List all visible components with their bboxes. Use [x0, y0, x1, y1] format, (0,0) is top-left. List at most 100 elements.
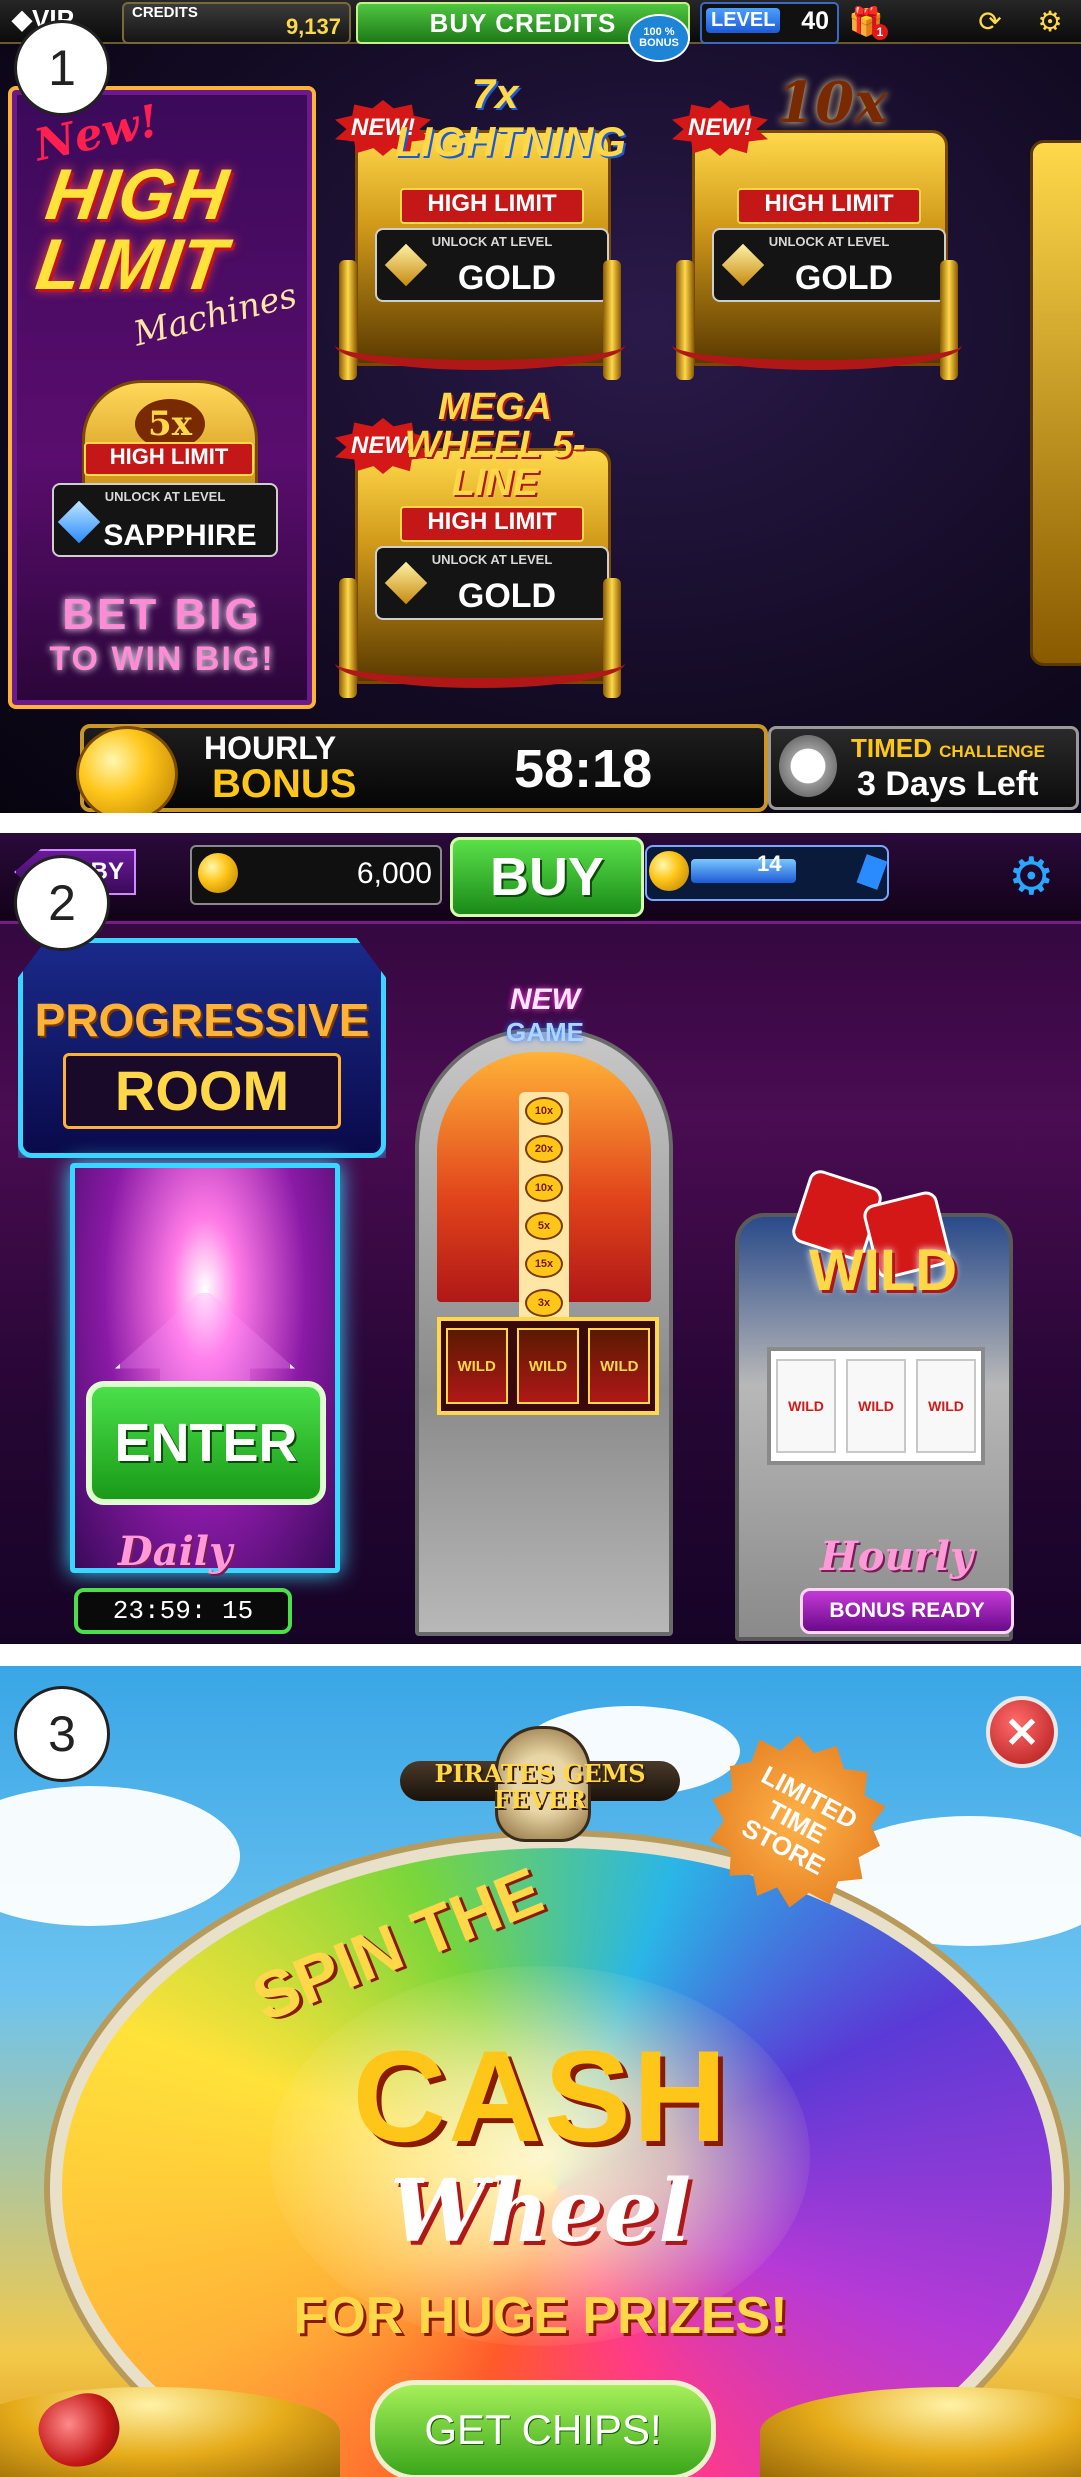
slot-machine-10x[interactable]: NEW! 10x HIGH LIMIT UNLOCK AT LEVEL GOLD — [672, 70, 962, 380]
bonus-ready-button[interactable]: BONUS READY — [800, 1588, 1014, 1634]
panel-number-badge: 2 — [14, 855, 110, 951]
unlock-level: GOLD — [457, 577, 557, 615]
enter-button[interactable]: ENTER — [86, 1381, 326, 1505]
bet-big-text: BET BIG — [62, 590, 262, 639]
high-limit-promo-banner[interactable]: New! HIGH LIMIT Machines 5x HIGH LIMIT U… — [8, 86, 316, 709]
pirates-logo-text: PIRATES GEMS FEVER — [434, 1759, 646, 1814]
timed-challenge-button[interactable]: TIMED CHALLENGE 3 Days Left — [768, 726, 1079, 810]
slot-topper: 10x 20x 10x 5x 15x 3x — [437, 1052, 651, 1322]
multiplier-chip: 10x — [525, 1097, 563, 1126]
bonus-seal: 100 % BONUS — [628, 14, 690, 62]
xp-level: 14 — [757, 851, 782, 876]
buy-button[interactable]: BUY — [450, 837, 644, 917]
machine-logo: MEGA WHEEL 5-LINE — [404, 386, 586, 504]
close-icon[interactable]: ✕ — [986, 1696, 1058, 1768]
reel-symbol: WILD — [445, 1328, 508, 1404]
timed-label: TIMED — [851, 733, 932, 763]
cloud — [0, 1786, 240, 1926]
hourly-bonus-button[interactable]: HOURLY BONUS 58:18 — [76, 724, 768, 813]
multiplier-chip: 5x — [525, 1212, 563, 1241]
days-left: 3 Days Left — [857, 765, 1039, 803]
multiplier-chip: 10x — [525, 1173, 563, 1202]
multiplier-chip: 20x — [525, 1135, 563, 1164]
multiplier-chip: 3x — [525, 1288, 563, 1317]
gear-icon[interactable]: ⚙ — [1008, 847, 1055, 907]
level-display: LEVEL 40 — [700, 2, 839, 44]
unlock-label: UNLOCK AT LEVEL — [431, 552, 553, 567]
reel-symbol: WILD — [916, 1359, 976, 1453]
reel-window: WILD WILD WILD — [767, 1347, 985, 1465]
wild-logo: WILD — [809, 1238, 958, 1303]
panel-high-limit-lobby: 1 ◆VIP CREDITS 9,137 BUY CREDITS 100 % B… — [0, 0, 1081, 813]
unlock-label: UNLOCK AT LEVEL — [431, 234, 553, 249]
new-label: NEW — [510, 983, 580, 1016]
unlock-box: UNLOCK AT LEVEL SAPPHIRE — [52, 483, 278, 557]
limited-time-text: LIMITED TIME STORE — [736, 1759, 863, 1881]
level-coin-icon — [649, 851, 689, 891]
slot-machine-mega-wheel[interactable]: NEW! MEGA WHEEL 5-LINE HIGH LIMIT UNLOCK… — [335, 388, 625, 698]
velvet-rope — [672, 320, 962, 370]
high-limit-tag: HIGH LIMIT — [400, 188, 584, 224]
reel-symbol: WILD — [846, 1359, 906, 1453]
gift-icon[interactable]: 🎁 1 — [846, 2, 888, 40]
velvet-rope — [335, 638, 625, 688]
progressive-label: PROGRESSIVE — [34, 994, 370, 1046]
coin-balance: 6,000 — [190, 845, 442, 905]
coin-balance-value: 6,000 — [356, 857, 432, 890]
bonus-label: BONUS — [212, 762, 357, 806]
panel-cash-wheel-offer: 3 ✕ PIRATES GEMS FEVER LIMITED TIME STOR… — [0, 1666, 1081, 2477]
stopwatch-icon — [779, 735, 837, 797]
get-chips-button[interactable]: GET CHIPS! — [370, 2380, 716, 2477]
wheel-title: Wheel — [389, 2161, 692, 2262]
slot-machine-7x-lightning[interactable]: NEW! 7x LIGHTNING HIGH LIMIT UNLOCK AT L… — [335, 70, 626, 380]
daily-label: Daily — [118, 1528, 233, 1575]
daily-bonus-timer[interactable]: 23:59: 15 — [74, 1588, 292, 1634]
unlock-label: UNLOCK AT LEVEL — [768, 234, 890, 249]
reel-window: WILD WILD WILD — [437, 1317, 659, 1415]
game-label: GAME — [506, 1017, 584, 1047]
room-label: ROOM — [63, 1053, 341, 1129]
coin-icon — [198, 853, 238, 893]
credits-value: 9,137 — [285, 14, 341, 39]
level-label: LEVEL — [706, 8, 781, 33]
machine-logo: 10x — [776, 70, 888, 136]
unlock-box: UNLOCK AT LEVEL GOLD — [712, 228, 946, 302]
win-big-text: TO WIN BIG! — [49, 640, 275, 678]
timed-challenge-label: TIMED CHALLENGE — [851, 733, 1045, 764]
hourly-timer: 58:18 — [514, 739, 653, 799]
coin-exchange-icon[interactable]: ⟳ — [970, 2, 1010, 40]
unlock-level: SAPPHIRE — [103, 519, 257, 552]
unlock-level: GOLD — [794, 259, 894, 297]
gear-icon[interactable]: ⚙ — [1030, 2, 1070, 40]
unlock-label: UNLOCK AT LEVEL — [104, 489, 226, 504]
high-limit-tag: HIGH LIMIT — [400, 506, 584, 542]
slot-machine-flames[interactable]: 10x 20x 10x 5x 15x 3x WILD WILD WILD — [415, 1028, 673, 1636]
high-limit-tag: HIGH LIMIT — [737, 188, 921, 224]
machine-logo: 7x LIGHTNING — [395, 70, 626, 165]
level-value: 40 — [801, 7, 829, 35]
multiplier-chip: 15x — [525, 1250, 563, 1279]
unlock-level: GOLD — [457, 259, 557, 297]
multiplier-column: 10x 20x 10x 5x 15x 3x — [519, 1092, 569, 1322]
progressive-room-portal[interactable] — [70, 1163, 340, 1573]
reel-symbol: WILD — [588, 1328, 651, 1404]
velvet-rope — [335, 320, 625, 370]
progressive-room-sign: PROGRESSIVE ROOM — [18, 938, 386, 1158]
panel-number-badge: 3 — [14, 1686, 110, 1782]
reel-symbol: WILD — [516, 1328, 579, 1404]
promo-title: HIGH LIMIT — [31, 155, 233, 305]
top-bar: BY 6,000 BUY 14 ⚙ — [0, 833, 1081, 924]
unlock-box: UNLOCK AT LEVEL GOLD — [375, 228, 609, 302]
partial-slot-machine[interactable] — [1030, 140, 1081, 666]
xp-progress-bar: 14 — [645, 845, 889, 901]
bottom-bar: HOURLY BONUS 58:18 TIMED CHALLENGE 3 Day… — [0, 718, 1081, 813]
credits-display: CREDITS 9,137 — [122, 2, 351, 44]
pirates-gems-fever-logo: PIRATES GEMS FEVER — [400, 1706, 680, 1856]
new-game-badge: NEW GAME — [490, 983, 600, 1073]
coin-icon — [76, 726, 178, 813]
panel-number-badge: 1 — [14, 20, 110, 116]
panel-progressive-lobby: 2 BY 6,000 BUY 14 ⚙ PROGRESSIVE ROOM ENT… — [0, 833, 1081, 1644]
huge-prizes-text: FOR HUGE PRIZES! — [293, 2287, 788, 2345]
high-limit-tag: HIGH LIMIT — [84, 442, 254, 476]
challenge-label: CHALLENGE — [939, 742, 1045, 761]
